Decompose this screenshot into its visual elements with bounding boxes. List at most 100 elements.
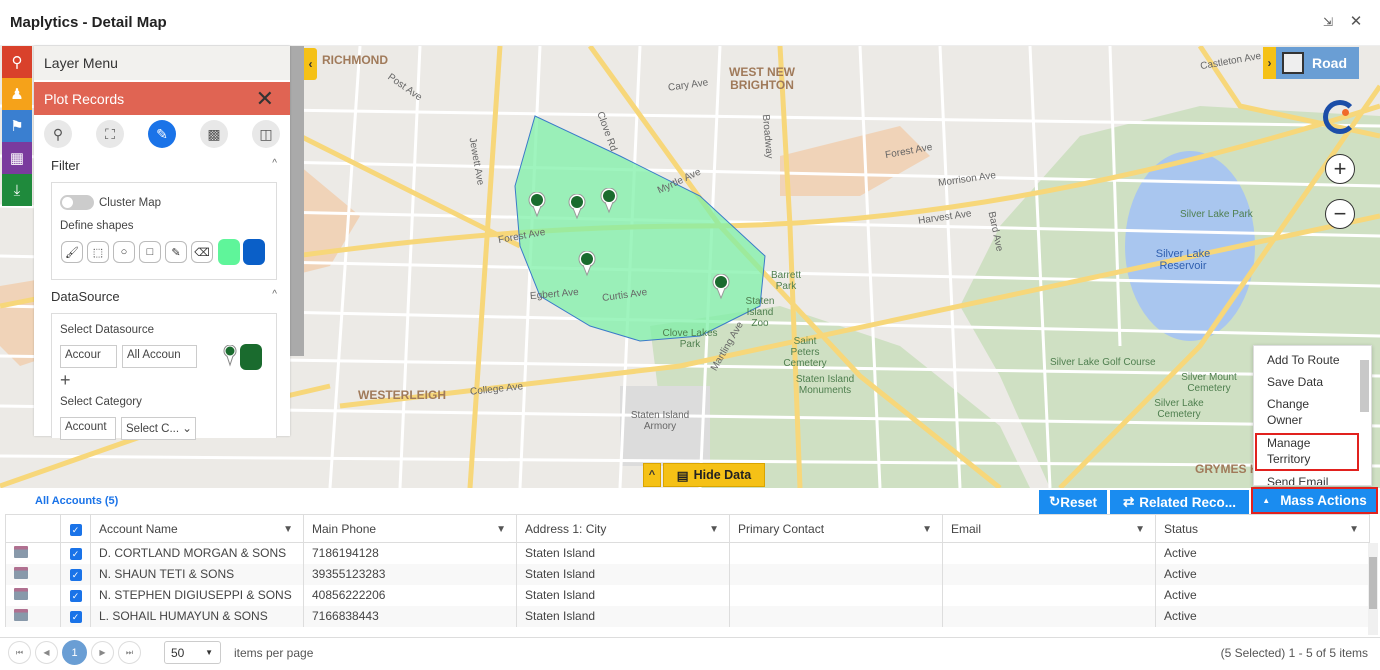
select-all-checkbox[interactable]: ✓ [60, 514, 91, 543]
row-checkbox[interactable]: ✓ [60, 605, 91, 627]
category-entity-select[interactable]: Account [60, 417, 116, 440]
menu-item-change-owner[interactable]: Change Owner [1267, 396, 1317, 428]
zoom-out-button[interactable]: − [1325, 199, 1355, 229]
rail-route[interactable]: ⚑ [2, 110, 32, 142]
datasource-section-header[interactable]: DataSource ^ [51, 289, 277, 304]
menu-scrollbar[interactable] [1360, 360, 1369, 412]
prev-page-button[interactable]: ◀ [35, 641, 58, 664]
chevron-down-icon: ▼ [205, 648, 213, 657]
cell-account-name[interactable]: D. CORTLAND MORGAN & SONS [90, 542, 304, 564]
chevron-right-icon: › [1263, 47, 1276, 79]
mass-actions-button[interactable]: ▲ Mass Actions [1251, 487, 1378, 514]
current-location-icon[interactable] [1323, 100, 1357, 134]
pin-color-swatch[interactable] [240, 344, 262, 370]
location-pin-icon: ⚲ [11, 54, 23, 71]
reset-button[interactable]: ↻ Reset [1039, 490, 1107, 514]
border-color-swatch[interactable] [243, 239, 265, 265]
pin-style-icon[interactable] [223, 344, 237, 372]
column-header[interactable]: Email ▼ [942, 514, 1156, 543]
record-icon-cell[interactable] [5, 584, 61, 606]
row-checkbox[interactable]: ✓ [60, 542, 91, 564]
cell-city: Staten Island [516, 542, 730, 564]
menu-item-save-data[interactable]: Save Data [1267, 374, 1357, 390]
grid-title[interactable]: All Accounts (5) [35, 495, 118, 507]
window-title: Maplytics - Detail Map [10, 14, 167, 31]
menu-item-add-to-route[interactable]: Add To Route [1267, 352, 1357, 368]
filter-icon[interactable]: ▼ [496, 524, 506, 535]
circle-icon[interactable]: ○ [113, 241, 135, 263]
table-row[interactable]: ✓ N. SHAUN TETI & SONS 39355123283 State… [5, 563, 1370, 585]
entity-select[interactable]: Accour [60, 345, 117, 368]
data-grid-panel: All Accounts (5) ↻ Reset ⇄ Related Reco...… [0, 487, 1380, 670]
record-icon-cell[interactable] [5, 605, 61, 627]
table-scrollbar[interactable] [1368, 543, 1378, 635]
cell-account-name[interactable]: L. SOHAIL HUMAYUN & SONS [90, 605, 304, 627]
rail-download[interactable]: ⤓ [2, 174, 32, 206]
rail-plot-records[interactable]: ⚲ [2, 46, 32, 78]
column-header[interactable]: Account Name ▼ [90, 514, 304, 543]
draw-shape-icon[interactable]: ✎ [148, 120, 176, 148]
rail-territory[interactable]: ♟ [2, 78, 32, 110]
layer-panel: Layer Menu Plot Records ✕ ⚲ ⛶ ✎ ▩ ◫ Filt… [34, 46, 290, 440]
chevron-up-icon[interactable]: ^ [643, 463, 661, 487]
restore-window-icon[interactable]: ⇲ [1318, 12, 1338, 32]
zoom-in-button[interactable]: + [1325, 154, 1355, 184]
scrollbar-thumb[interactable] [1369, 557, 1377, 609]
filter-section-header[interactable]: Filter ^ [51, 158, 277, 173]
rail-regions[interactable]: ▦ [2, 142, 32, 174]
filter-icon[interactable]: ▼ [1135, 524, 1145, 535]
column-header[interactable]: Address 1: City ▼ [516, 514, 730, 543]
close-icon[interactable]: ✕ [256, 86, 274, 112]
next-page-button[interactable]: ▶ [91, 641, 114, 664]
cluster-map-toggle[interactable] [60, 195, 94, 210]
polygon-select-icon[interactable]: ⬚ [87, 241, 109, 263]
square-icon[interactable]: □ [139, 241, 161, 263]
table-row[interactable]: ✓ N. STEPHEN DIGIUSEPPI & SONS 408562222… [5, 584, 1370, 606]
us-states-icon[interactable]: ▩ [200, 120, 228, 148]
brush-icon[interactable]: 🖌 [61, 241, 83, 263]
panel-scrollbar[interactable] [290, 46, 304, 356]
menu-item-manage-territory[interactable]: Manage Territory [1267, 435, 1327, 467]
last-page-button[interactable]: ⏭ [118, 641, 141, 664]
column-header[interactable]: Main Phone ▼ [303, 514, 517, 543]
row-checkbox[interactable]: ✓ [60, 584, 91, 606]
cell-city: Staten Island [516, 584, 730, 606]
add-datasource-button[interactable]: + [60, 370, 71, 391]
fill-color-swatch[interactable] [218, 239, 240, 265]
view-select-value: All Accoun [127, 349, 181, 361]
column-header[interactable]: Status ▼ [1155, 514, 1370, 543]
collapse-panel-button[interactable]: ‹ [304, 48, 317, 80]
eraser-icon[interactable]: ⌫ [191, 241, 213, 263]
record-icon-cell[interactable] [5, 563, 61, 585]
pin-icon[interactable]: ⚲ [44, 120, 72, 148]
cell-account-name[interactable]: N. STEPHEN DIGIUSEPPI & SONS [90, 584, 304, 606]
related-records-button[interactable]: ⇄ Related Reco... [1110, 490, 1249, 514]
filter-icon[interactable]: ▼ [283, 524, 293, 535]
menu-item-send-email[interactable]: Send Email [1267, 474, 1357, 485]
column-header[interactable]: Primary Contact ▼ [729, 514, 943, 543]
view-select[interactable]: All Accoun [122, 345, 197, 368]
record-icon-cell[interactable] [5, 542, 61, 564]
pencil-icon[interactable]: ✎ [165, 241, 187, 263]
filter-icon[interactable]: ▼ [709, 524, 719, 535]
column-header-label: Main Phone [312, 521, 377, 536]
current-page-button[interactable]: 1 [62, 640, 87, 665]
cell-account-name[interactable]: N. SHAUN TETI & SONS [90, 563, 304, 585]
category-select[interactable]: Select C... ⌄ [121, 417, 196, 440]
first-page-button[interactable]: ⏮ [8, 641, 31, 664]
table-row[interactable]: ✓ L. SOHAIL HUMAYUN & SONS 7166838443 St… [5, 605, 1370, 627]
chevron-left-icon: ‹ [308, 57, 313, 71]
cell-email [942, 584, 1156, 606]
hide-data-button[interactable]: ▤ Hide Data [663, 463, 765, 487]
filter-icon[interactable]: ▼ [922, 524, 932, 535]
basemap-toggle-button[interactable]: › Road [1263, 47, 1359, 79]
category-entity-value: Account [65, 421, 107, 433]
swap-icon: ⇄ [1122, 494, 1135, 509]
layout-icon[interactable]: ◫ [252, 120, 280, 148]
close-icon[interactable]: ✕ [1346, 12, 1366, 32]
page-size-select[interactable]: 50 ▼ [164, 641, 221, 664]
map-pin-icon[interactable]: ⛶ [96, 120, 124, 148]
table-row[interactable]: ✓ D. CORTLAND MORGAN & SONS 7186194128 S… [5, 542, 1370, 564]
row-checkbox[interactable]: ✓ [60, 563, 91, 585]
filter-icon[interactable]: ▼ [1349, 524, 1359, 535]
